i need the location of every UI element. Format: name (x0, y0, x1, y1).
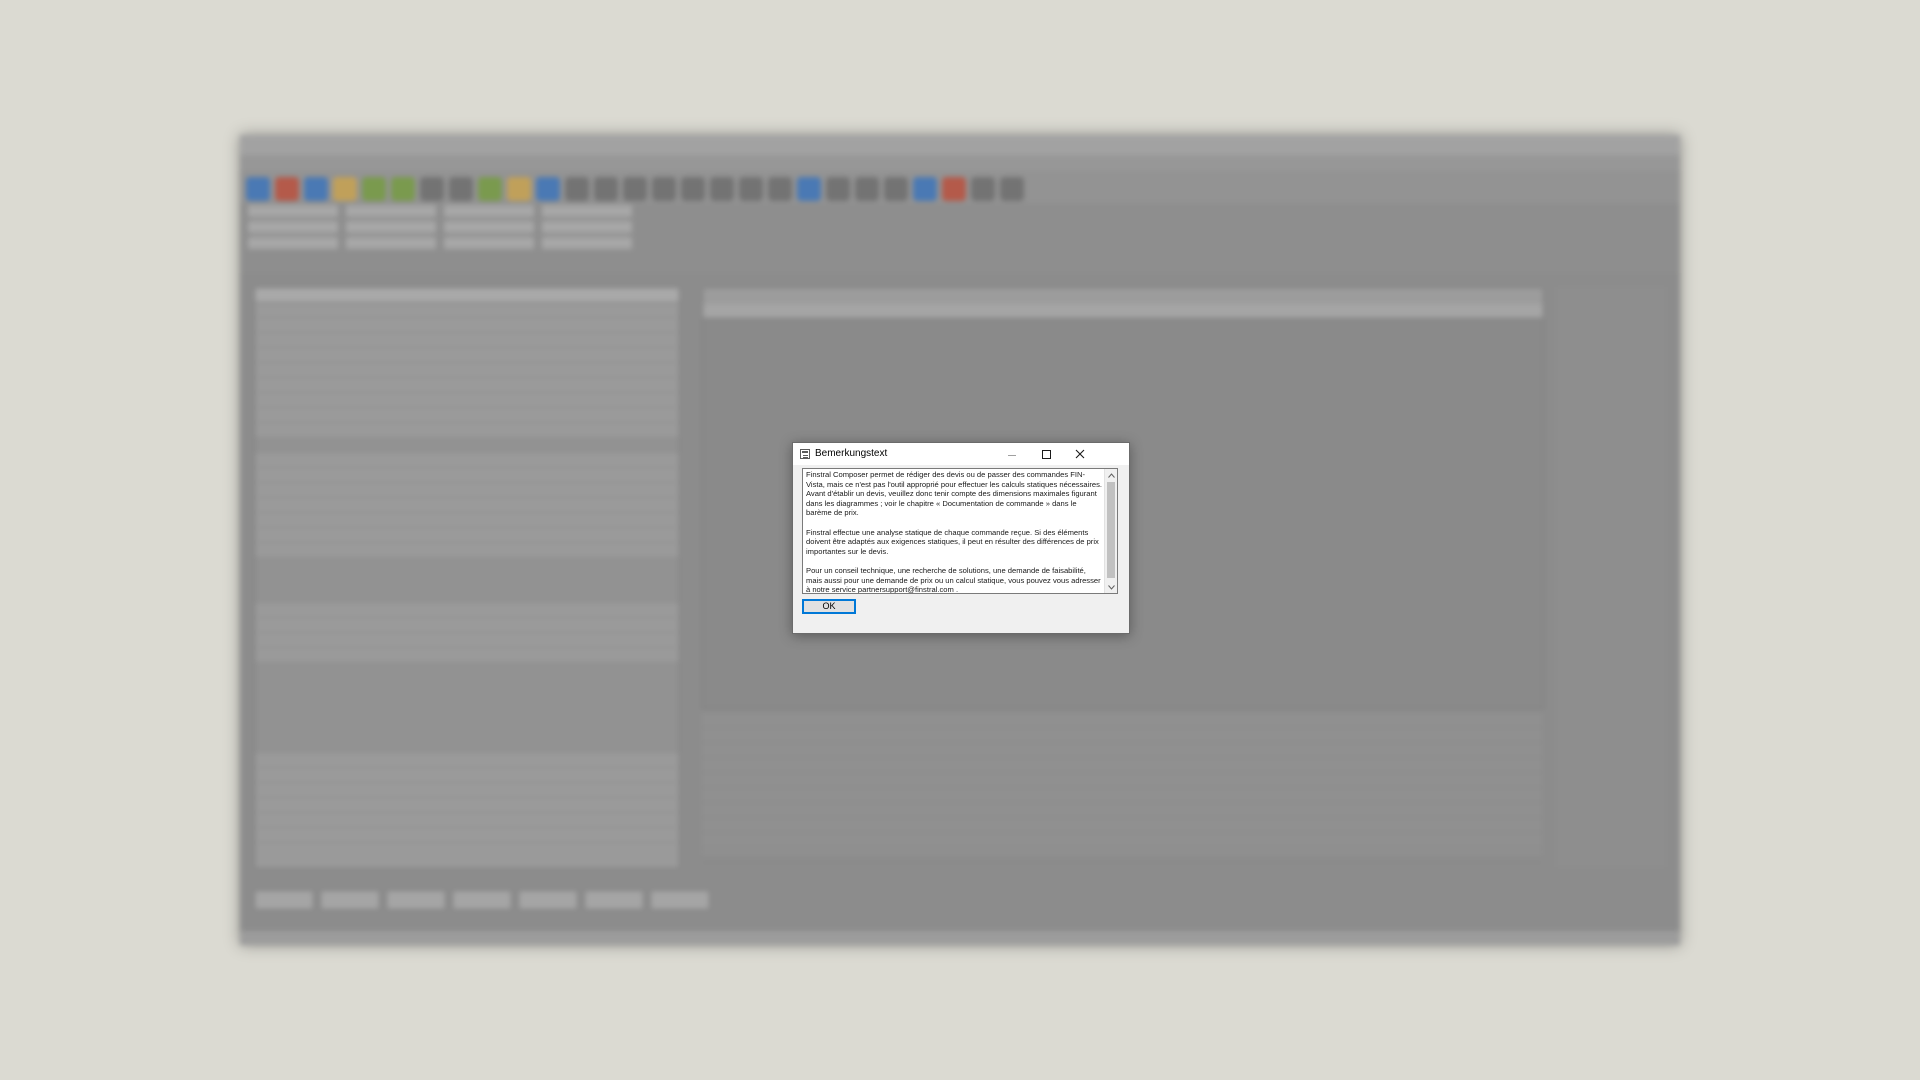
toolbar-icon (797, 177, 821, 201)
app-titlebar (240, 135, 1680, 155)
toolbar-icon (623, 177, 647, 201)
toolbar-icon (536, 177, 560, 201)
toolbar-icon (739, 177, 763, 201)
toolbar-icon (420, 177, 444, 201)
vertical-scrollbar[interactable] (1104, 469, 1117, 593)
toolbar-icon (391, 177, 415, 201)
scrollbar-thumb[interactable] (1107, 482, 1115, 578)
app-menubar (240, 155, 1680, 171)
order-header-fields (240, 203, 1680, 273)
remark-paragraph-3: Pour un conseil technique, une recherche… (806, 565, 1103, 594)
toolbar-icon (652, 177, 676, 201)
scroll-down-button[interactable] (1105, 581, 1117, 593)
toolbar-icon (681, 177, 705, 201)
toolbar-icon (333, 177, 357, 201)
app-statusbar (240, 931, 1680, 945)
toolbar-icon (768, 177, 792, 201)
chevron-down-icon (1107, 584, 1115, 590)
remark-text: Finstral Composer permet de rédiger des … (806, 470, 1104, 594)
dialog-title: Bemerkungstext (815, 448, 888, 459)
toolbar-icon (304, 177, 328, 201)
chevron-up-icon (1107, 472, 1115, 478)
close-icon (1075, 449, 1085, 459)
close-button[interactable] (1063, 443, 1097, 465)
toolbar-icon (884, 177, 908, 201)
toolbar-icon (971, 177, 995, 201)
toolbar-icon (942, 177, 966, 201)
preview-side-panel (1556, 287, 1666, 867)
app-toolbar (240, 171, 1680, 207)
toolbar-icon (449, 177, 473, 201)
toolbar-icon (855, 177, 879, 201)
totals-panel (702, 713, 1542, 863)
toolbar-icon (507, 177, 531, 201)
toolbar-icon (594, 177, 618, 201)
toolbar-icon (710, 177, 734, 201)
toolbar-icon (246, 177, 270, 201)
minimize-button[interactable] (995, 443, 1029, 465)
bottom-tab-strip (254, 890, 710, 910)
maximize-icon (1041, 449, 1051, 459)
toolbar-icon (913, 177, 937, 201)
toolbar-icon (275, 177, 299, 201)
minimize-icon (1008, 454, 1016, 456)
toolbar-icon (478, 177, 502, 201)
scroll-up-button[interactable] (1105, 469, 1117, 481)
dialog-body: Finstral Composer permet de rédiger des … (793, 465, 1129, 633)
remark-paragraph-2: Finstral effectue une analyse statique d… (806, 527, 1101, 556)
toolbar-icon (362, 177, 386, 201)
toolbar-icon (565, 177, 589, 201)
toolbar-icon (826, 177, 850, 201)
toolbar-icon (1000, 177, 1024, 201)
remark-paragraph-1: Finstral Composer permet de rédiger des … (806, 470, 1104, 518)
maximize-button[interactable] (1029, 443, 1063, 465)
remark-textarea[interactable]: Finstral Composer permet de rédiger des … (802, 468, 1118, 594)
ok-button[interactable]: OK (802, 599, 856, 614)
dialog-titlebar[interactable]: Bemerkungstext (793, 443, 1129, 465)
remark-text-dialog: Bemerkungstext Finstral Composer permet … (792, 442, 1130, 634)
document-icon (800, 449, 810, 459)
attribute-grid (254, 287, 680, 869)
